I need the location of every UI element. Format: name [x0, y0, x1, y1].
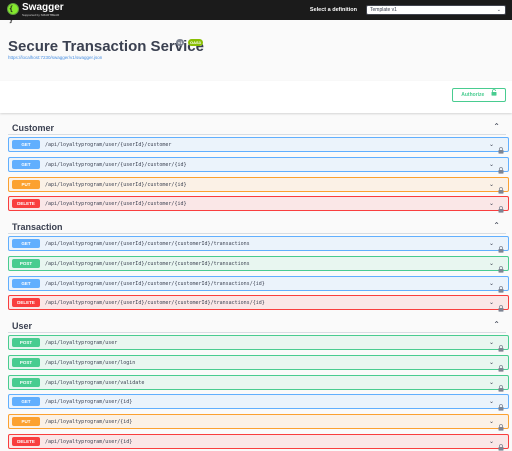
topbar: Swagger Supported by SMARTBEAR Select a …	[0, 0, 512, 26]
operation-path: /api/loyaltyprogram/user/{id}	[45, 439, 133, 445]
method-badge: PUT	[12, 179, 40, 189]
lock-icon[interactable]	[498, 418, 504, 431]
operation-path: /api/loyaltyprogram/user/validate	[45, 379, 145, 386]
chevron-down-icon[interactable]: ⌄	[489, 437, 494, 447]
chevron-down-icon[interactable]: ⌄	[489, 358, 494, 368]
method-badge: DELETE	[12, 298, 40, 308]
method-badge: GET	[12, 278, 40, 288]
method-badge: POST	[12, 258, 40, 268]
chevron-down-icon[interactable]: ⌄	[489, 180, 494, 190]
method-badge: GET	[12, 397, 40, 407]
lock-icon[interactable]	[498, 240, 504, 253]
lock-icon[interactable]	[498, 181, 504, 194]
operation-row[interactable]: GET/api/loyaltyprogram/user/{id} ⌄	[8, 394, 509, 411]
tag-section-transaction[interactable]: Transaction ⌃	[8, 220, 506, 234]
operation-path: /api/loyaltyprogram/user/{userId}/custom…	[45, 280, 265, 287]
method-badge: PUT	[12, 417, 40, 427]
chevron-down-icon[interactable]: ⌄	[489, 140, 494, 150]
chevron-down-icon[interactable]: ⌄	[489, 298, 494, 308]
operation-path: /api/loyaltyprogram/user/{userId}/custom…	[45, 181, 187, 188]
operation-row[interactable]: GET/api/loyaltyprogram/user/{userId}/cus…	[8, 137, 509, 154]
lock-icon[interactable]	[498, 339, 504, 352]
tag-name: Customer	[12, 123, 55, 133]
operation-row[interactable]: POST/api/loyaltyprogram/user/{userId}/cu…	[8, 255, 509, 273]
lock-icon[interactable]	[498, 359, 504, 372]
method-badge: GET	[12, 239, 40, 248]
method-badge: DELETE	[12, 437, 40, 446]
operation-row[interactable]: PUT/api/loyaltyprogram/user/{userId}/cus…	[8, 176, 509, 194]
spec-url-link[interactable]: https://localhost:7230/swagger/v1/swagge…	[8, 55, 102, 61]
tag-name: Transaction	[12, 222, 63, 232]
operation-path: /api/loyaltyprogram/user/{userId}/custom…	[45, 201, 187, 208]
lock-icon[interactable]	[498, 280, 504, 293]
unlock-icon	[491, 89, 497, 101]
definition-select[interactable]: Template v1 ⌄	[366, 5, 506, 15]
operation-path: /api/loyaltyprogram/user/{id}	[45, 399, 133, 406]
chevron-down-icon[interactable]: ⌄	[489, 378, 494, 388]
operation-path: /api/loyaltyprogram/user	[45, 340, 118, 346]
lock-icon[interactable]	[498, 379, 504, 392]
tag-name: User	[12, 321, 33, 331]
operation-path: /api/loyaltyprogram/user/{userId}/custom…	[45, 300, 265, 307]
method-badge: DELETE	[12, 199, 40, 209]
lock-icon[interactable]	[498, 398, 504, 411]
logo-subtext: Supported by SMARTBEAR	[22, 13, 60, 17]
chevron-down-icon[interactable]: ⌄	[489, 338, 494, 348]
chevron-down-icon[interactable]: ⌄	[489, 160, 494, 170]
oas-badge: OAS3	[188, 39, 203, 46]
operation-row[interactable]: POST/api/loyaltyprogram/user ⌄	[8, 335, 509, 352]
operation-row[interactable]: POST/api/loyaltyprogram/user/login ⌄	[8, 354, 509, 372]
logo-text[interactable]: Swagger	[22, 2, 64, 13]
lock-icon[interactable]	[498, 141, 504, 154]
authorize-label: Authorize	[461, 92, 485, 98]
operation-row[interactable]: DELETE/api/loyaltyprogram/user/{userId}/…	[8, 196, 509, 213]
definition-label: Select a definition	[309, 7, 357, 13]
chevron-down-icon[interactable]: ⌄	[489, 199, 494, 209]
operation-row[interactable]: GET/api/loyaltyprogram/user/{userId}/cus…	[8, 236, 509, 253]
tag-section-user[interactable]: User ⌃	[8, 319, 506, 333]
operation-path: /api/loyaltyprogram/user/{userId}/custom…	[45, 142, 172, 148]
lock-icon[interactable]	[498, 161, 504, 174]
method-badge: POST	[12, 338, 40, 347]
chevron-up-icon[interactable]: ⌃	[493, 319, 500, 331]
operation-row[interactable]: GET/api/loyaltyprogram/user/{userId}/cus…	[8, 275, 509, 293]
method-badge: POST	[12, 377, 40, 387]
operation-row[interactable]: GET/api/loyaltyprogram/user/{userId}/cus…	[8, 156, 509, 174]
lock-icon[interactable]	[498, 438, 504, 451]
operation-path: /api/loyaltyprogram/user/login	[45, 359, 136, 366]
tag-section-customer[interactable]: Customer ⌃	[8, 121, 506, 135]
method-badge: GET	[12, 140, 40, 149]
lock-icon[interactable]	[498, 260, 504, 273]
chevron-down-icon[interactable]: ⌄	[489, 417, 494, 427]
operation-row[interactable]: DELETE/api/loyaltyprogram/user/{userId}/…	[8, 295, 509, 312]
chevron-down-icon[interactable]: ⌄	[489, 239, 494, 249]
operation-path: /api/loyaltyprogram/user/{userId}/custom…	[45, 161, 187, 168]
lock-icon[interactable]	[498, 299, 504, 312]
method-badge: GET	[12, 159, 40, 169]
chevron-down-icon[interactable]: ⌄	[489, 279, 494, 289]
operation-row[interactable]: PUT/api/loyaltyprogram/user/{id} ⌄	[8, 414, 509, 431]
chevron-up-icon[interactable]: ⌃	[493, 121, 500, 133]
definition-select-value: Template v1	[370, 7, 397, 13]
operation-row[interactable]: DELETE/api/loyaltyprogram/user/{id} ⌄	[8, 434, 509, 451]
scheme-container: Authorize	[0, 81, 512, 113]
lock-icon[interactable]	[498, 200, 504, 213]
operation-path: /api/loyaltyprogram/user/{userId}/custom…	[45, 241, 250, 247]
page-title: Secure Transaction Service	[8, 38, 204, 55]
swagger-logo-icon[interactable]	[7, 3, 19, 26]
operation-path: /api/loyaltyprogram/user/{userId}/custom…	[45, 260, 250, 267]
chevron-down-icon[interactable]: ⌄	[489, 397, 494, 407]
authorize-button[interactable]: Authorize	[452, 88, 506, 102]
operation-row[interactable]: POST/api/loyaltyprogram/user/validate ⌄	[8, 374, 509, 392]
chevron-down-icon: ⌄	[496, 7, 501, 13]
chevron-down-icon[interactable]: ⌄	[489, 259, 494, 269]
chevron-up-icon[interactable]: ⌃	[493, 220, 500, 232]
method-badge: POST	[12, 357, 40, 367]
operation-path: /api/loyaltyprogram/user/{id}	[45, 419, 133, 426]
